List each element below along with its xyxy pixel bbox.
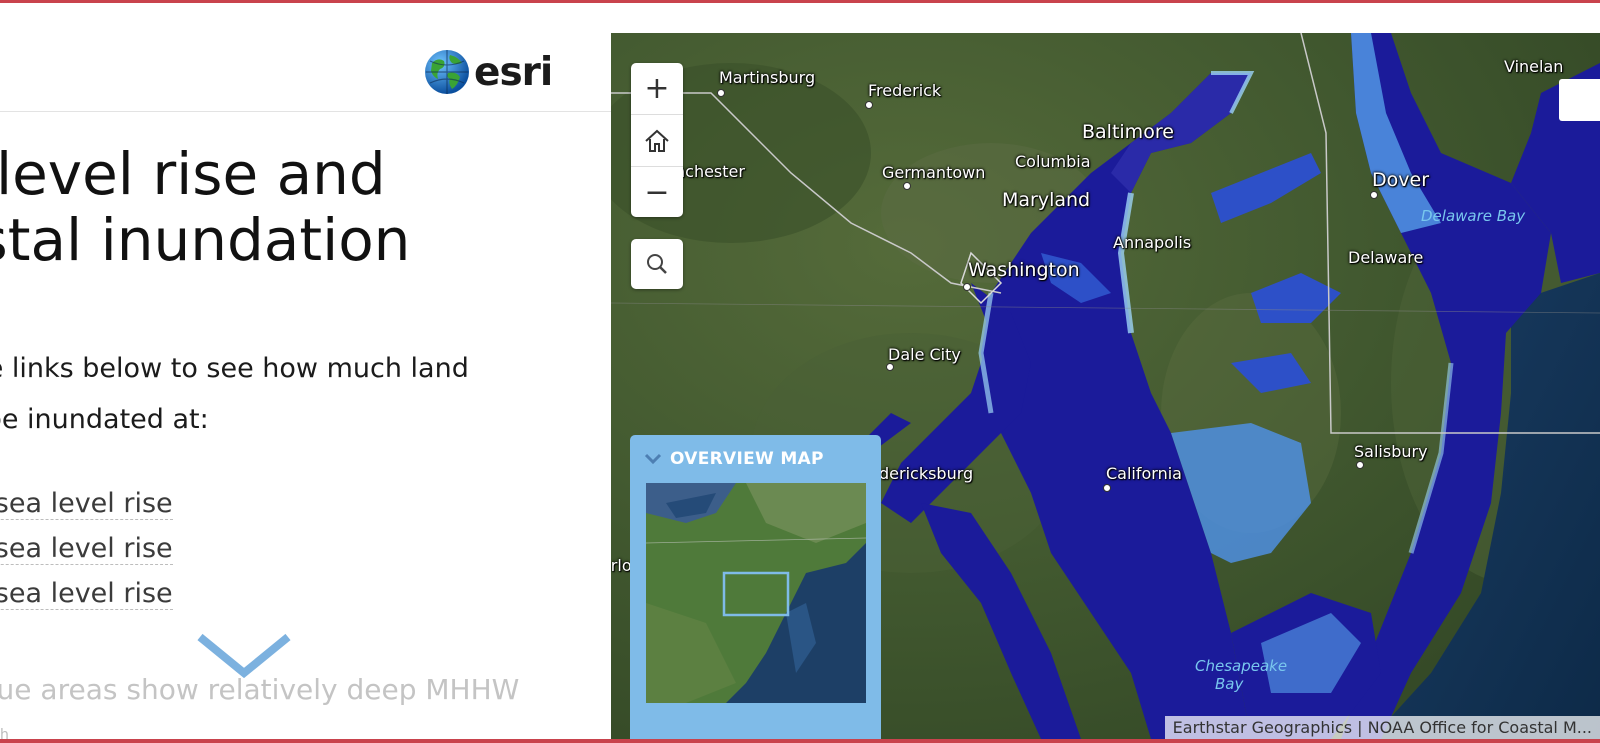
- story-title: a level rise and astal inundation: [0, 141, 410, 273]
- place-martinsburg: Martinsburg: [719, 68, 816, 87]
- esri-logo[interactable]: esri: [424, 49, 553, 95]
- sea-level-links: t of sea level rise t of sea level rise …: [0, 489, 173, 624]
- place-chesapeake: Chesapeake: [1195, 657, 1288, 675]
- martinsburg-dot: [717, 89, 725, 97]
- place-vineland: Vinelan: [1504, 57, 1564, 76]
- zoom-controls: + −: [631, 63, 683, 217]
- place-dale-city: Dale City: [888, 345, 961, 364]
- faded-bottom-text: h: [0, 727, 9, 739]
- overview-basemap: [646, 483, 866, 703]
- intro-line-1: the links below to see how much land: [0, 353, 469, 384]
- plus-icon: +: [644, 70, 670, 106]
- minus-icon: −: [644, 174, 670, 210]
- salisbury-dot: [1356, 461, 1364, 469]
- chevron-down-icon: [644, 453, 662, 465]
- place-bay: Bay: [1215, 675, 1244, 693]
- place-frederick: Frederick: [868, 81, 942, 100]
- home-button[interactable]: [631, 115, 683, 167]
- place-dover: Dover: [1372, 169, 1429, 191]
- place-california: California: [1106, 464, 1182, 483]
- place-delaware: Delaware: [1348, 248, 1424, 267]
- zoom-out-button[interactable]: −: [631, 167, 683, 218]
- bottom-border: [0, 739, 1600, 743]
- dale-city-dot: [886, 363, 894, 371]
- germantown-dot: [903, 182, 911, 190]
- sea-level-link-3[interactable]: t of sea level rise: [0, 579, 173, 610]
- sea-level-link-2[interactable]: t of sea level rise: [0, 534, 173, 565]
- map-attribution[interactable]: Earthstar Geographics | NOAA Office for …: [1164, 716, 1600, 739]
- zoom-in-button[interactable]: +: [631, 63, 683, 115]
- map-view[interactable]: Martinsburg Frederick Baltimore nchester…: [611, 33, 1600, 739]
- intro-text: the links below to see how much land d b…: [0, 343, 469, 445]
- dover-dot: [1370, 191, 1378, 199]
- scroll-down-chevron-icon[interactable]: [196, 633, 292, 679]
- california-dot: [1103, 484, 1111, 492]
- place-maryland: Maryland: [1002, 189, 1091, 211]
- header-bar: esri: [0, 3, 611, 112]
- side-panel-tab[interactable]: [1559, 79, 1600, 121]
- globe-icon: [425, 50, 469, 94]
- overview-map-view[interactable]: [646, 483, 866, 703]
- story-panel: esri a level rise and astal inundation t…: [0, 3, 611, 739]
- overview-map-title: OVERVIEW MAP: [670, 449, 824, 469]
- intro-line-2: d be inundated at:: [0, 404, 209, 435]
- overview-map-panel: OVERVIEW MAP: [630, 435, 881, 739]
- home-icon: [645, 129, 669, 152]
- place-columbia: Columbia: [1015, 152, 1091, 171]
- overview-map-toggle[interactable]: OVERVIEW MAP: [644, 449, 824, 469]
- place-washington: Washington: [968, 259, 1080, 281]
- place-salisbury: Salisbury: [1354, 442, 1428, 461]
- place-charlottesville: arlo: [611, 556, 632, 575]
- place-delaware-bay: Delaware Bay: [1421, 207, 1526, 225]
- place-fredericksburg: dericksburg: [879, 464, 974, 483]
- title-line-2: astal inundation: [0, 206, 411, 274]
- place-baltimore: Baltimore: [1082, 121, 1174, 143]
- place-germantown: Germantown: [882, 163, 986, 182]
- title-line-1: a level rise and: [0, 140, 386, 208]
- sea-level-link-1[interactable]: t of sea level rise: [0, 489, 173, 520]
- washington-dot: [963, 283, 971, 291]
- frederick-dot: [865, 101, 873, 109]
- place-annapolis: Annapolis: [1113, 233, 1192, 252]
- esri-wordmark: esri: [474, 49, 553, 95]
- place-winchester: nchester: [675, 162, 745, 181]
- search-button[interactable]: [631, 239, 683, 289]
- search-icon: [647, 254, 667, 274]
